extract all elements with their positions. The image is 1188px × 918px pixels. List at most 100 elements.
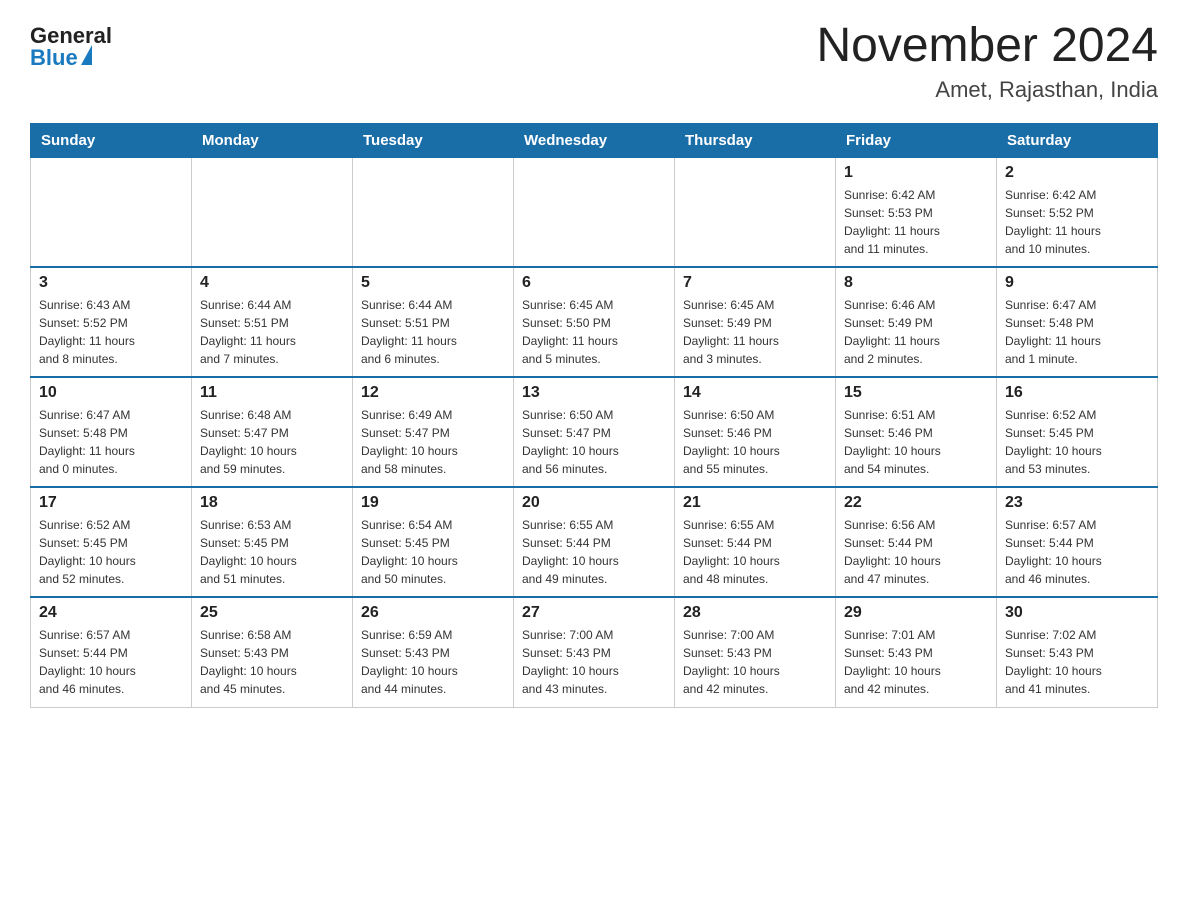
- day-number: 24: [39, 604, 183, 622]
- table-row: 4 Sunrise: 6:44 AMSunset: 5:51 PMDaylight…: [192, 267, 353, 377]
- day-info: Sunrise: 6:47 AMSunset: 5:48 PMDaylight:…: [1005, 296, 1149, 368]
- day-number: 18: [200, 494, 344, 512]
- day-number: 10: [39, 384, 183, 402]
- day-info: Sunrise: 6:49 AMSunset: 5:47 PMDaylight:…: [361, 406, 505, 478]
- day-number: 30: [1005, 604, 1149, 622]
- table-row: 6 Sunrise: 6:45 AMSunset: 5:50 PMDaylight…: [514, 267, 675, 377]
- day-info: Sunrise: 7:00 AMSunset: 5:43 PMDaylight:…: [683, 626, 827, 698]
- day-number: 14: [683, 384, 827, 402]
- table-row: 1 Sunrise: 6:42 AMSunset: 5:53 PMDaylight…: [836, 157, 997, 267]
- day-info: Sunrise: 6:58 AMSunset: 5:43 PMDaylight:…: [200, 626, 344, 698]
- day-info: Sunrise: 6:46 AMSunset: 5:49 PMDaylight:…: [844, 296, 988, 368]
- header: General Blue November 2024 Amet, Rajasth…: [30, 20, 1158, 103]
- day-info: Sunrise: 6:50 AMSunset: 5:46 PMDaylight:…: [683, 406, 827, 478]
- day-number: 7: [683, 274, 827, 292]
- day-number: 2: [1005, 164, 1149, 182]
- day-number: 11: [200, 384, 344, 402]
- day-number: 8: [844, 274, 988, 292]
- day-number: 12: [361, 384, 505, 402]
- table-row: 26 Sunrise: 6:59 AMSunset: 5:43 PMDayligh…: [353, 597, 514, 707]
- day-number: 29: [844, 604, 988, 622]
- table-row: 21 Sunrise: 6:55 AMSunset: 5:44 PMDayligh…: [675, 487, 836, 597]
- logo-triangle-icon: [81, 45, 92, 65]
- day-info: Sunrise: 6:52 AMSunset: 5:45 PMDaylight:…: [1005, 406, 1149, 478]
- day-info: Sunrise: 6:43 AMSunset: 5:52 PMDaylight:…: [39, 296, 183, 368]
- day-info: Sunrise: 6:59 AMSunset: 5:43 PMDaylight:…: [361, 626, 505, 698]
- col-sunday: Sunday: [31, 123, 192, 157]
- location-text: Amet, Rajasthan, India: [816, 77, 1158, 103]
- table-row: 14 Sunrise: 6:50 AMSunset: 5:46 PMDayligh…: [675, 377, 836, 487]
- day-info: Sunrise: 6:57 AMSunset: 5:44 PMDaylight:…: [1005, 516, 1149, 588]
- col-saturday: Saturday: [997, 123, 1158, 157]
- table-row: 30 Sunrise: 7:02 AMSunset: 5:43 PMDayligh…: [997, 597, 1158, 707]
- table-row: 22Sunrise: 6:56 AMSunset: 5:44 PMDayligh…: [836, 487, 997, 597]
- logo-blue-text: Blue: [30, 47, 78, 69]
- day-number: 19: [361, 494, 505, 512]
- day-number: 25: [200, 604, 344, 622]
- table-row: 5 Sunrise: 6:44 AMSunset: 5:51 PMDaylight…: [353, 267, 514, 377]
- table-row: 8 Sunrise: 6:46 AMSunset: 5:49 PMDaylight…: [836, 267, 997, 377]
- table-row: [514, 157, 675, 267]
- col-monday: Monday: [192, 123, 353, 157]
- day-info: Sunrise: 6:54 AMSunset: 5:45 PMDaylight:…: [361, 516, 505, 588]
- day-number: 20: [522, 494, 666, 512]
- day-number: 9: [1005, 274, 1149, 292]
- day-info: Sunrise: 6:57 AMSunset: 5:44 PMDaylight:…: [39, 626, 183, 698]
- table-row: [353, 157, 514, 267]
- table-row: 23 Sunrise: 6:57 AMSunset: 5:44 PMDayligh…: [997, 487, 1158, 597]
- table-row: 7Sunrise: 6:45 AMSunset: 5:49 PMDaylight…: [675, 267, 836, 377]
- day-info: Sunrise: 6:45 AMSunset: 5:50 PMDaylight:…: [522, 296, 666, 368]
- table-row: 19 Sunrise: 6:54 AMSunset: 5:45 PMDayligh…: [353, 487, 514, 597]
- month-year-heading: November 2024: [816, 20, 1158, 73]
- day-info: Sunrise: 6:44 AMSunset: 5:51 PMDaylight:…: [200, 296, 344, 368]
- table-row: 29 Sunrise: 7:01 AMSunset: 5:43 PMDayligh…: [836, 597, 997, 707]
- day-number: 23: [1005, 494, 1149, 512]
- day-number: 13: [522, 384, 666, 402]
- table-row: 16 Sunrise: 6:52 AMSunset: 5:45 PMDayligh…: [997, 377, 1158, 487]
- table-row: 11 Sunrise: 6:48 AMSunset: 5:47 PMDayligh…: [192, 377, 353, 487]
- day-info: Sunrise: 7:00 AMSunset: 5:43 PMDaylight:…: [522, 626, 666, 698]
- calendar-header-row: Sunday Monday Tuesday Wednesday Thursday…: [31, 123, 1158, 157]
- day-number: 21: [683, 494, 827, 512]
- day-info: Sunrise: 6:42 AMSunset: 5:53 PMDaylight:…: [844, 186, 988, 258]
- table-row: 28 Sunrise: 7:00 AMSunset: 5:43 PMDayligh…: [675, 597, 836, 707]
- day-info: Sunrise: 6:56 AMSunset: 5:44 PMDaylight:…: [844, 516, 988, 588]
- col-thursday: Thursday: [675, 123, 836, 157]
- table-row: 15 Sunrise: 6:51 AMSunset: 5:46 PMDayligh…: [836, 377, 997, 487]
- day-info: Sunrise: 6:48 AMSunset: 5:47 PMDaylight:…: [200, 406, 344, 478]
- calendar-week-row: 17Sunrise: 6:52 AMSunset: 5:45 PMDayligh…: [31, 487, 1158, 597]
- title-area: November 2024 Amet, Rajasthan, India: [816, 20, 1158, 103]
- day-info: Sunrise: 6:47 AMSunset: 5:48 PMDaylight:…: [39, 406, 183, 478]
- day-number: 1: [844, 164, 988, 182]
- calendar-week-row: 10 Sunrise: 6:47 AMSunset: 5:48 PMDayligh…: [31, 377, 1158, 487]
- logo-general-text: General: [30, 25, 112, 47]
- day-number: 28: [683, 604, 827, 622]
- day-info: Sunrise: 6:55 AMSunset: 5:44 PMDaylight:…: [683, 516, 827, 588]
- calendar-week-row: 1 Sunrise: 6:42 AMSunset: 5:53 PMDaylight…: [31, 157, 1158, 267]
- table-row: 9 Sunrise: 6:47 AMSunset: 5:48 PMDaylight…: [997, 267, 1158, 377]
- day-info: Sunrise: 7:02 AMSunset: 5:43 PMDaylight:…: [1005, 626, 1149, 698]
- table-row: 2Sunrise: 6:42 AMSunset: 5:52 PMDaylight…: [997, 157, 1158, 267]
- calendar-table: Sunday Monday Tuesday Wednesday Thursday…: [30, 123, 1158, 708]
- col-wednesday: Wednesday: [514, 123, 675, 157]
- day-number: 5: [361, 274, 505, 292]
- day-number: 16: [1005, 384, 1149, 402]
- day-number: 27: [522, 604, 666, 622]
- day-info: Sunrise: 6:51 AMSunset: 5:46 PMDaylight:…: [844, 406, 988, 478]
- day-number: 15: [844, 384, 988, 402]
- col-friday: Friday: [836, 123, 997, 157]
- day-info: Sunrise: 6:50 AMSunset: 5:47 PMDaylight:…: [522, 406, 666, 478]
- table-row: 27 Sunrise: 7:00 AMSunset: 5:43 PMDayligh…: [514, 597, 675, 707]
- day-info: Sunrise: 6:44 AMSunset: 5:51 PMDaylight:…: [361, 296, 505, 368]
- day-number: 17: [39, 494, 183, 512]
- calendar-week-row: 24 Sunrise: 6:57 AMSunset: 5:44 PMDayligh…: [31, 597, 1158, 707]
- table-row: 13 Sunrise: 6:50 AMSunset: 5:47 PMDayligh…: [514, 377, 675, 487]
- table-row: 12 Sunrise: 6:49 AMSunset: 5:47 PMDayligh…: [353, 377, 514, 487]
- day-number: 4: [200, 274, 344, 292]
- day-number: 26: [361, 604, 505, 622]
- calendar-week-row: 3Sunrise: 6:43 AMSunset: 5:52 PMDaylight…: [31, 267, 1158, 377]
- day-number: 6: [522, 274, 666, 292]
- table-row: 17Sunrise: 6:52 AMSunset: 5:45 PMDayligh…: [31, 487, 192, 597]
- day-info: Sunrise: 7:01 AMSunset: 5:43 PMDaylight:…: [844, 626, 988, 698]
- table-row: [675, 157, 836, 267]
